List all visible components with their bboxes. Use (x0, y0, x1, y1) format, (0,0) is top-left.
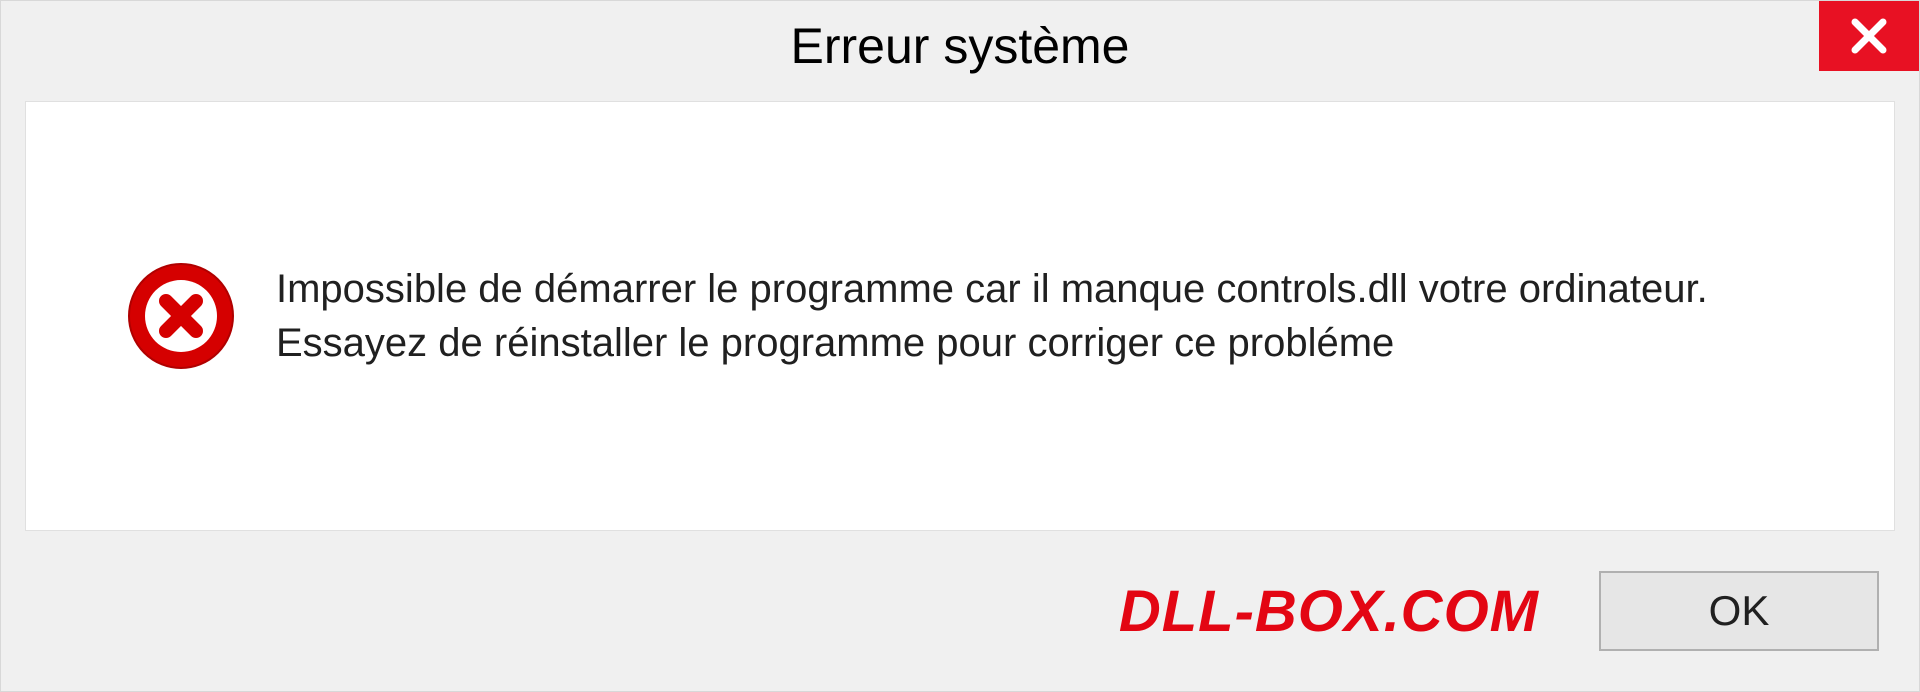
dialog-body: Impossible de démarrer le programme car … (25, 101, 1895, 531)
ok-button[interactable]: OK (1599, 571, 1879, 651)
watermark-text: DLL-BOX.COM (1119, 578, 1539, 645)
error-message: Impossible de démarrer le programme car … (276, 262, 1834, 370)
error-icon (126, 261, 236, 371)
dialog-title: Erreur système (791, 17, 1130, 75)
error-dialog: Erreur système Impossible de démarrer le… (0, 0, 1920, 692)
close-icon (1849, 16, 1889, 56)
dialog-footer: DLL-BOX.COM OK (1, 531, 1919, 691)
close-button[interactable] (1819, 1, 1919, 71)
titlebar: Erreur système (1, 1, 1919, 91)
